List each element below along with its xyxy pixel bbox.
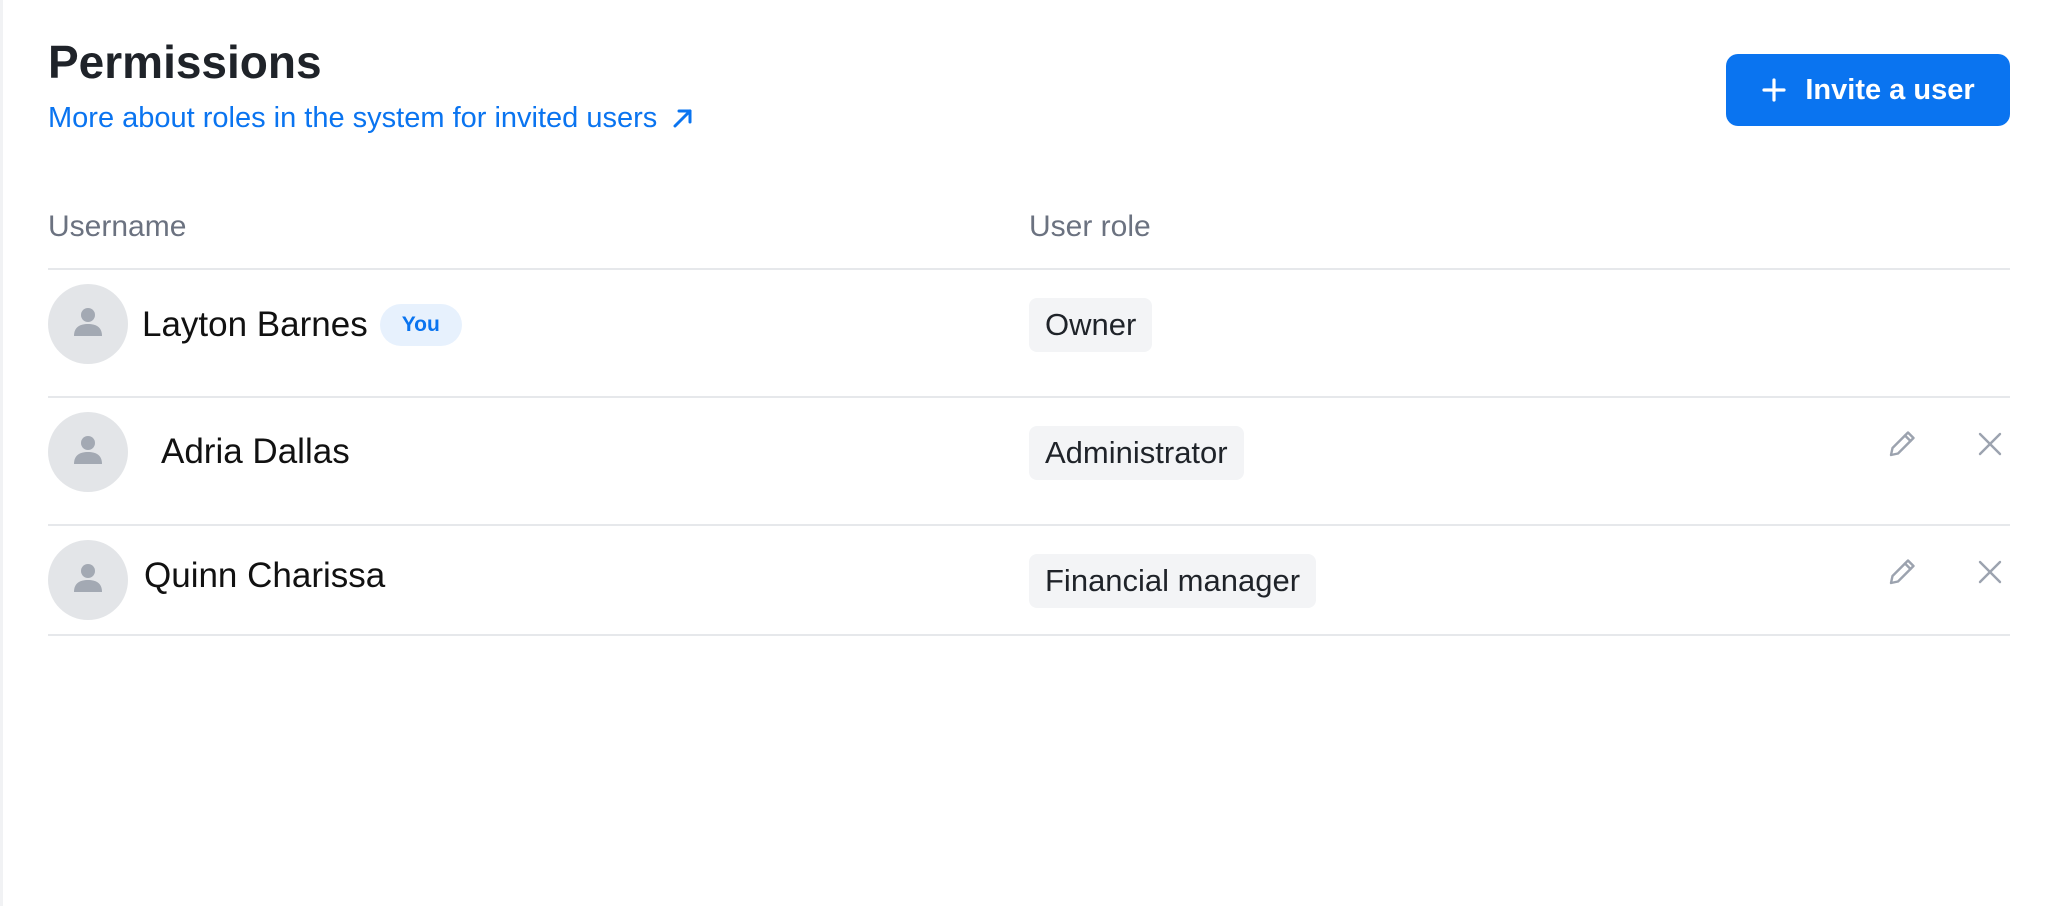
user-name: Adria Dallas [161,432,350,471]
avatar [48,284,128,364]
row-actions [1884,426,2008,462]
pencil-icon [1885,555,1919,589]
edit-button[interactable] [1884,426,1920,462]
plus-icon [1761,77,1787,103]
user-name-cell: Layton Barnes You [142,304,462,346]
role-chip: Owner [1029,298,1153,352]
role-chip: Financial manager [1029,554,1317,608]
avatar [48,540,128,620]
you-badge: You [379,304,462,346]
invite-user-button[interactable]: Invite a user [1726,54,2010,126]
table-row: Quinn Charissa Financial manager [48,526,2010,636]
table-header: Username User role [48,196,2010,270]
page-left-border [0,0,3,906]
user-silhouette-icon [70,560,106,601]
invite-button-label: Invite a user [1805,73,1975,106]
user-name: Quinn Charissa [144,556,386,595]
remove-user-button[interactable] [1972,426,2008,462]
roles-info-link[interactable]: More about roles in the system for invit… [48,98,695,138]
pencil-icon [1885,427,1919,461]
column-header-username: Username [48,210,187,243]
table-row: Layton Barnes You Owner [48,270,2010,398]
user-name-cell: Quinn Charissa [144,556,385,596]
user-silhouette-icon [70,304,106,345]
table-row: Adria Dallas Administrator [48,398,2010,526]
close-icon [1976,558,2004,586]
role-chip: Administrator [1029,426,1244,480]
page-title: Permissions [48,36,322,88]
user-silhouette-icon [70,432,106,473]
close-icon [1976,430,2004,458]
column-header-user-role: User role [1029,210,1151,243]
external-arrow-icon [671,106,695,130]
user-name-cell: Adria Dallas [161,432,350,472]
row-actions [1884,554,2008,590]
remove-user-button[interactable] [1972,554,2008,590]
users-table: Username User role Layton Barnes You Own… [48,196,2010,636]
roles-link-text: More about roles in the system for invit… [48,102,658,134]
user-name: Layton Barnes [142,305,368,344]
edit-button[interactable] [1884,554,1920,590]
avatar [48,412,128,492]
